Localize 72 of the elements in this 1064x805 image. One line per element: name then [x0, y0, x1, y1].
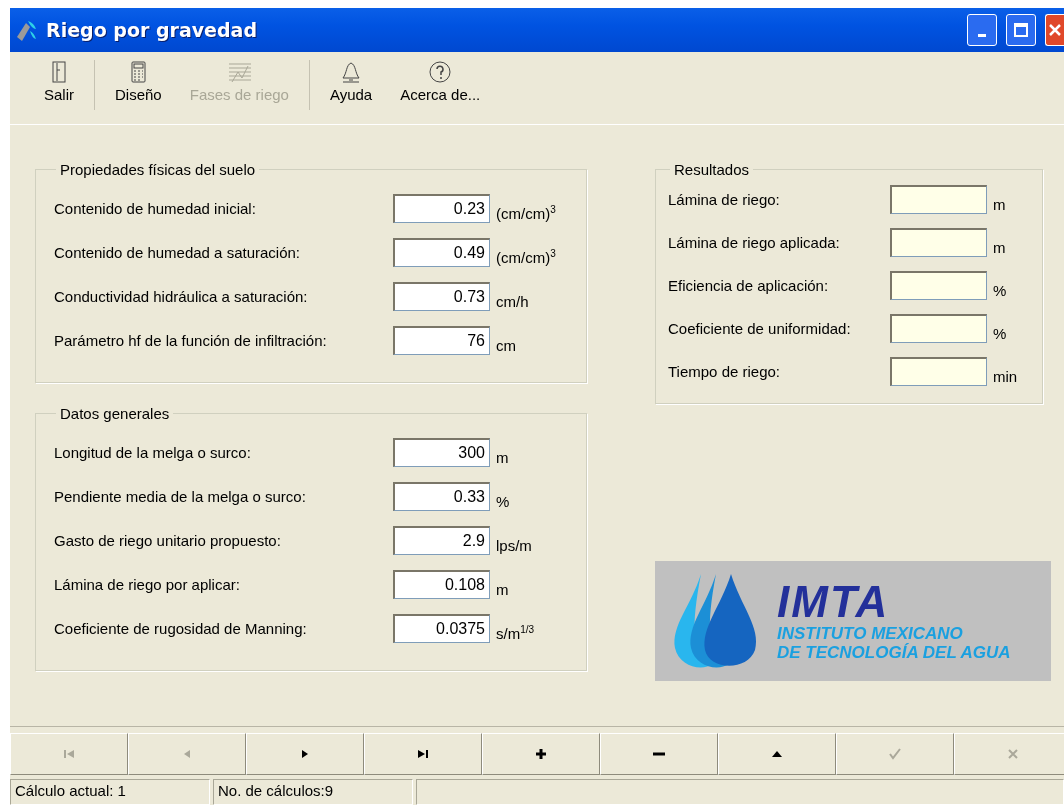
input-field[interactable]: [890, 271, 987, 300]
field-label: Contenido de humedad inicial:: [54, 199, 257, 217]
unit-label: s/m$^{1/3}$: [496, 624, 535, 642]
input-field[interactable]: 300: [393, 437, 490, 467]
logo-title: IMTA: [777, 580, 891, 624]
toolbar-button[interactable]: Acerca de...: [386, 60, 495, 110]
input-field[interactable]: 0.108: [393, 569, 490, 599]
input-field[interactable]: [890, 357, 987, 386]
input-field[interactable]: 0.23: [393, 193, 490, 223]
toolbar-button[interactable]: Diseño: [101, 60, 176, 110]
field-label: Lámina de riego aplicada:: [668, 234, 841, 251]
field-label: Coeficiente de uniformidad:: [668, 320, 852, 337]
field-label: Lámina de riego:: [668, 191, 781, 208]
unit-label: m: [993, 196, 1006, 213]
logo-text: INSTITUTO MEXICANO: [777, 624, 964, 643]
input-field[interactable]: 76: [393, 325, 490, 355]
nav-button[interactable]: [10, 733, 128, 775]
input-field[interactable]: 0.0375: [393, 613, 490, 643]
status-text: Cálculo actual: 1: [10, 779, 210, 805]
window-title: Riego por gravedad: [46, 19, 259, 41]
group-title: Resultados: [673, 161, 751, 178]
unit-label: %: [993, 325, 1007, 342]
nav-button[interactable]: [364, 733, 482, 775]
unit-label: %: [993, 282, 1007, 299]
input-field[interactable]: 0.73: [393, 281, 490, 311]
chart-icon: [227, 60, 252, 84]
group-title: Propiedades físicas del suelo: [59, 161, 257, 178]
field-label: Contenido de humedad a saturación:: [54, 243, 301, 261]
nav-button[interactable]: [128, 733, 246, 775]
unit-label: m: [496, 448, 509, 466]
input-field[interactable]: 0.33: [393, 481, 490, 511]
unit-label: cm: [496, 336, 516, 354]
input-field[interactable]: 2.9: [393, 525, 490, 555]
logo-text: DE TECNOLOGÍA DEL AGUA: [777, 643, 1011, 662]
toolbar-button[interactable]: Ayuda: [315, 60, 387, 110]
maximize-icon: [1014, 23, 1028, 37]
toolbar-button[interactable]: Salir: [30, 60, 88, 110]
field-label: Conductividad hidráulica a saturación:: [54, 287, 309, 305]
field-label: Lámina de riego por aplicar:: [54, 575, 241, 593]
nav-button[interactable]: [246, 733, 364, 775]
nav-button[interactable]: [954, 733, 1064, 775]
field-label: Tiempo de riego:: [668, 363, 781, 380]
minimize-button[interactable]: [967, 14, 997, 46]
minimize-icon: [978, 33, 986, 37]
input-field[interactable]: 0.49: [393, 237, 490, 267]
unit-label: (cm/cm)$^{3}$: [496, 248, 556, 266]
field-label: Gasto de riego unitario propuesto:: [54, 531, 282, 549]
field-label: Parámetro hf de la función de infiltración:: [54, 331, 328, 349]
unit-label: m: [496, 580, 509, 598]
field-label: Coeficiente de rugosidad de Manning:: [54, 619, 308, 637]
field-label: Longitud de la melga o surco:: [54, 443, 252, 461]
unit-label: cm/h: [496, 292, 529, 310]
field-label: Pendiente media de la melga o surco:: [54, 487, 307, 505]
input-field[interactable]: [890, 185, 987, 214]
unit-label: min: [993, 368, 1018, 385]
status-text: No. de cálculos:9: [213, 779, 413, 805]
question-icon: [428, 60, 453, 84]
input-field[interactable]: [890, 314, 987, 343]
input-field[interactable]: [890, 228, 987, 257]
unit-label: m: [993, 239, 1006, 256]
maximize-button[interactable]: [1006, 14, 1036, 46]
group-title: Datos generales: [59, 405, 171, 422]
nav-button[interactable]: [718, 733, 836, 775]
close-button[interactable]: [1045, 14, 1064, 46]
unit-label: (cm/cm)$^{3}$: [496, 204, 556, 222]
close-icon: [1048, 23, 1062, 37]
nav-button[interactable]: [836, 733, 954, 775]
nav-button[interactable]: [600, 733, 718, 775]
nav-button[interactable]: [482, 733, 600, 775]
unit-label: %: [496, 492, 510, 510]
field-label: Eficiencia de aplicación:: [668, 277, 830, 294]
unit-label: lps/m: [496, 536, 532, 554]
